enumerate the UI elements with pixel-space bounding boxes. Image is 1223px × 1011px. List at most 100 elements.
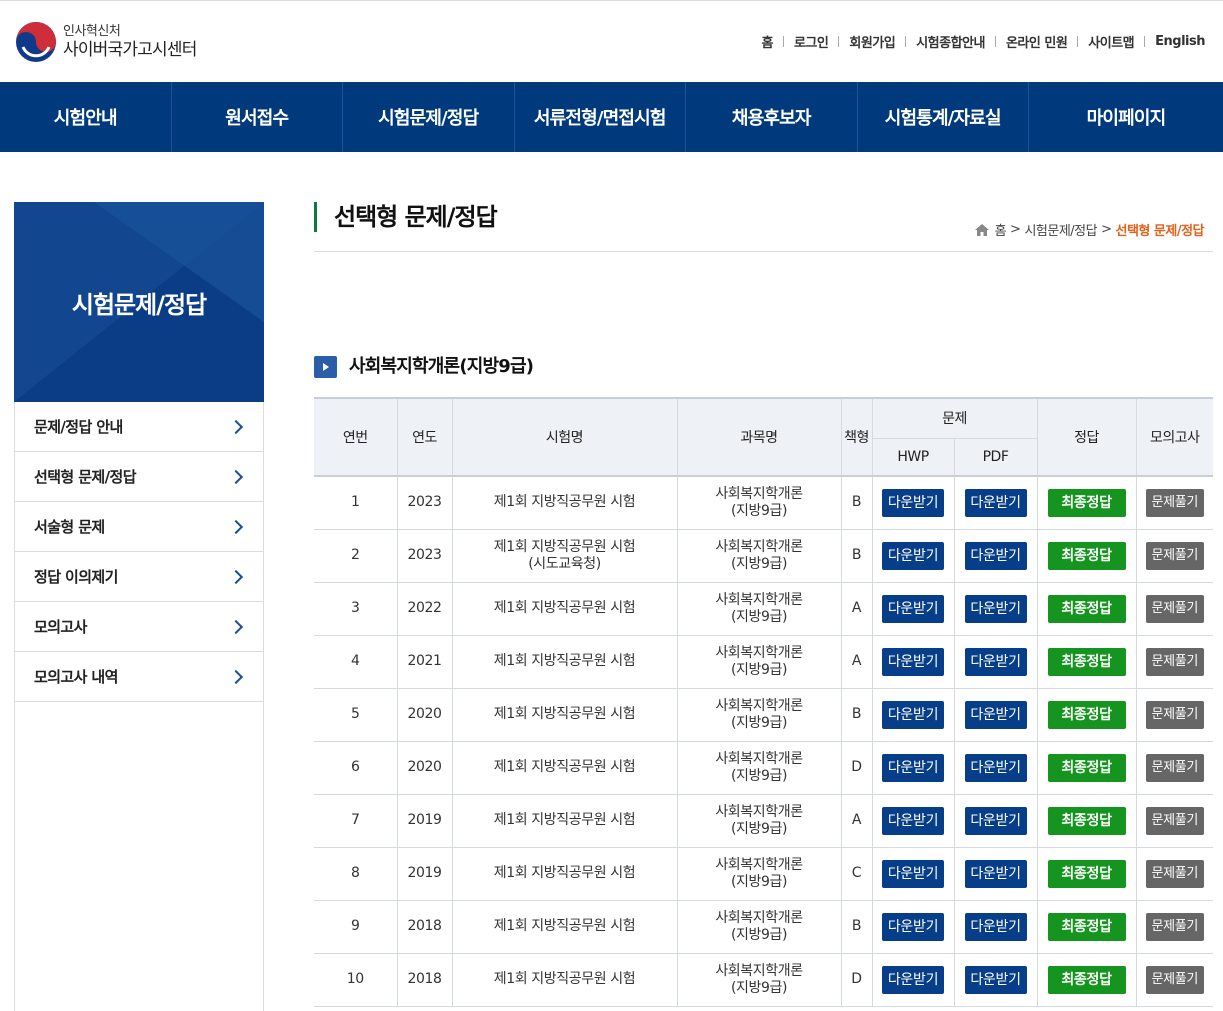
- cell-no: 9: [314, 900, 397, 954]
- cell-pdf: 다운받기: [953, 900, 1038, 954]
- gnb-document-interview[interactable]: 서류전형/면접시험: [515, 82, 686, 152]
- final-answer-button[interactable]: 최종정답: [1047, 912, 1126, 941]
- cell-pdf: 다운받기: [953, 847, 1038, 901]
- util-link-online-service[interactable]: 온라인 민원: [1006, 32, 1068, 51]
- chevron-right-icon: [228, 569, 244, 584]
- hwp-download-button[interactable]: 다운받기: [882, 700, 944, 729]
- col-header-no: 연번: [314, 397, 398, 477]
- final-answer-button[interactable]: 최종정답: [1047, 859, 1126, 888]
- sidebar-item-objection[interactable]: 정답 이의제기: [15, 552, 263, 602]
- final-answer-button[interactable]: 최종정답: [1047, 753, 1126, 782]
- pdf-download-button[interactable]: 다운받기: [964, 965, 1027, 994]
- solve-button[interactable]: 문제풀기: [1145, 912, 1204, 941]
- exam-name: 제1회 지방직공무원 시험: [493, 812, 636, 828]
- final-answer-button[interactable]: 최종정답: [1047, 541, 1126, 570]
- pdf-download-button[interactable]: 다운받기: [964, 541, 1027, 570]
- cell-subject: 사회복지학개론 (지방9급): [676, 529, 841, 583]
- table-row: 4 2021 제1회 지방직공무원 시험 사회복지학개론 (지방9급) A 다운받기 다운받기…: [314, 635, 1214, 689]
- util-link-english[interactable]: English: [1155, 34, 1205, 49]
- gnb-mypage[interactable]: 마이페이지: [1029, 82, 1223, 152]
- cell-pdf: 다운받기: [953, 635, 1038, 689]
- hwp-download-button[interactable]: 다운받기: [882, 594, 944, 623]
- hwp-download-button[interactable]: 다운받기: [882, 965, 944, 994]
- final-answer-button[interactable]: 최종정답: [1047, 700, 1126, 729]
- solve-button[interactable]: 문제풀기: [1145, 594, 1204, 623]
- pdf-download-button[interactable]: 다운받기: [964, 700, 1027, 729]
- section-title: 사회복지학개론(지방9급): [349, 356, 534, 377]
- exam-name: 제1회 지방직공무원 시험: [493, 538, 636, 555]
- cell-answer: 최종정답: [1036, 794, 1137, 848]
- hwp-download-button[interactable]: 다운받기: [882, 541, 944, 570]
- util-link-home[interactable]: 홈: [762, 32, 774, 51]
- cell-answer: 최종정답: [1036, 635, 1137, 689]
- final-answer-button[interactable]: 최종정답: [1047, 488, 1126, 517]
- gnb-candidates[interactable]: 채용후보자: [686, 82, 858, 152]
- page-title: 선택형 문제/정답: [334, 203, 498, 231]
- play-square-icon: [314, 356, 337, 378]
- cell-year: 2023: [396, 476, 452, 530]
- table-row: 7 2019 제1회 지방직공무원 시험 사회복지학개론 (지방9급) A 다운받기 다운받기…: [314, 794, 1214, 848]
- hwp-download-button[interactable]: 다운받기: [882, 488, 944, 517]
- pdf-download-button[interactable]: 다운받기: [964, 912, 1027, 941]
- cell-no: 6: [314, 741, 397, 795]
- col-header-answer: 정답: [1036, 397, 1137, 477]
- subject-name: 사회복지학개론: [715, 909, 803, 926]
- hwp-download-button[interactable]: 다운받기: [882, 647, 944, 676]
- final-answer-button[interactable]: 최종정답: [1047, 594, 1126, 623]
- sidebar-item-mock-history[interactable]: 모의고사 내역: [15, 652, 263, 702]
- col-header-hwp: HWP: [872, 437, 955, 477]
- hwp-download-button[interactable]: 다운받기: [882, 806, 944, 835]
- solve-button[interactable]: 문제풀기: [1145, 700, 1204, 729]
- util-link-signup[interactable]: 회원가입: [849, 32, 895, 51]
- solve-button[interactable]: 문제풀기: [1145, 753, 1204, 782]
- gnb-exam-info[interactable]: 시험안내: [0, 82, 172, 152]
- org-sub-name: 인사혁신처: [63, 24, 121, 39]
- pdf-download-button[interactable]: 다운받기: [964, 859, 1027, 888]
- gnb-statistics[interactable]: 시험통계/자료실: [858, 82, 1029, 152]
- cell-exam: 제1회 지방직공무원 시험: [451, 953, 677, 1007]
- site-logo[interactable]: 인사혁신처 사이버국가고시센터: [15, 21, 197, 63]
- chevron-right-icon: [228, 619, 244, 634]
- sidebar-item-multiple-choice[interactable]: 선택형 문제/정답: [15, 452, 263, 502]
- util-link-exam-guide[interactable]: 시험종합안내: [916, 32, 985, 51]
- pdf-download-button[interactable]: 다운받기: [964, 488, 1027, 517]
- util-link-login[interactable]: 로그인: [794, 32, 829, 51]
- pdf-download-button[interactable]: 다운받기: [964, 806, 1027, 835]
- cell-no: 8: [314, 847, 397, 901]
- sidebar-item-label: 모의고사: [34, 618, 87, 636]
- cell-exam: 제1회 지방직공무원 시험: [451, 847, 677, 901]
- solve-button[interactable]: 문제풀기: [1145, 541, 1204, 570]
- final-answer-button[interactable]: 최종정답: [1047, 806, 1126, 835]
- sidebar-item-mock-exam[interactable]: 모의고사: [15, 602, 263, 652]
- solve-button[interactable]: 문제풀기: [1145, 647, 1204, 676]
- pdf-download-button[interactable]: 다운받기: [964, 594, 1027, 623]
- sidebar-item-essay[interactable]: 서술형 문제: [15, 502, 263, 552]
- breadcrumb-parent[interactable]: 시험문제/정답: [1024, 220, 1097, 239]
- subject-name-sub: (지방9급): [730, 767, 788, 784]
- gnb-questions-answers[interactable]: 시험문제/정답: [343, 82, 515, 152]
- final-answer-button[interactable]: 최종정답: [1047, 965, 1126, 994]
- hwp-download-button[interactable]: 다운받기: [882, 859, 944, 888]
- cell-mock: 문제풀기: [1135, 635, 1214, 689]
- cell-type: D: [840, 953, 872, 1007]
- hwp-download-button[interactable]: 다운받기: [882, 753, 944, 782]
- breadcrumb-home[interactable]: 홈: [995, 220, 1007, 239]
- subject-name: 사회복지학개론: [715, 591, 803, 608]
- subject-name-sub: (지방9급): [730, 555, 788, 572]
- sidebar-title: 시험문제/정답: [71, 290, 207, 319]
- solve-button[interactable]: 문제풀기: [1145, 859, 1204, 888]
- pdf-download-button[interactable]: 다운받기: [964, 647, 1027, 676]
- hwp-download-button[interactable]: 다운받기: [882, 912, 944, 941]
- sidebar-item-label: 정답 이의제기: [34, 568, 118, 586]
- taegeuk-logo-icon: [15, 21, 57, 63]
- util-link-sitemap[interactable]: 사이트맵: [1088, 32, 1134, 51]
- solve-button[interactable]: 문제풀기: [1145, 806, 1204, 835]
- final-answer-button[interactable]: 최종정답: [1047, 647, 1126, 676]
- pdf-download-button[interactable]: 다운받기: [964, 753, 1027, 782]
- sidebar-item-guide[interactable]: 문제/정답 안내: [15, 402, 263, 452]
- cell-answer: 최종정답: [1036, 847, 1137, 901]
- solve-button[interactable]: 문제풀기: [1145, 965, 1204, 994]
- gnb-application[interactable]: 원서접수: [172, 82, 343, 152]
- solve-button[interactable]: 문제풀기: [1145, 488, 1204, 517]
- subject-name: 사회복지학개론: [715, 485, 803, 502]
